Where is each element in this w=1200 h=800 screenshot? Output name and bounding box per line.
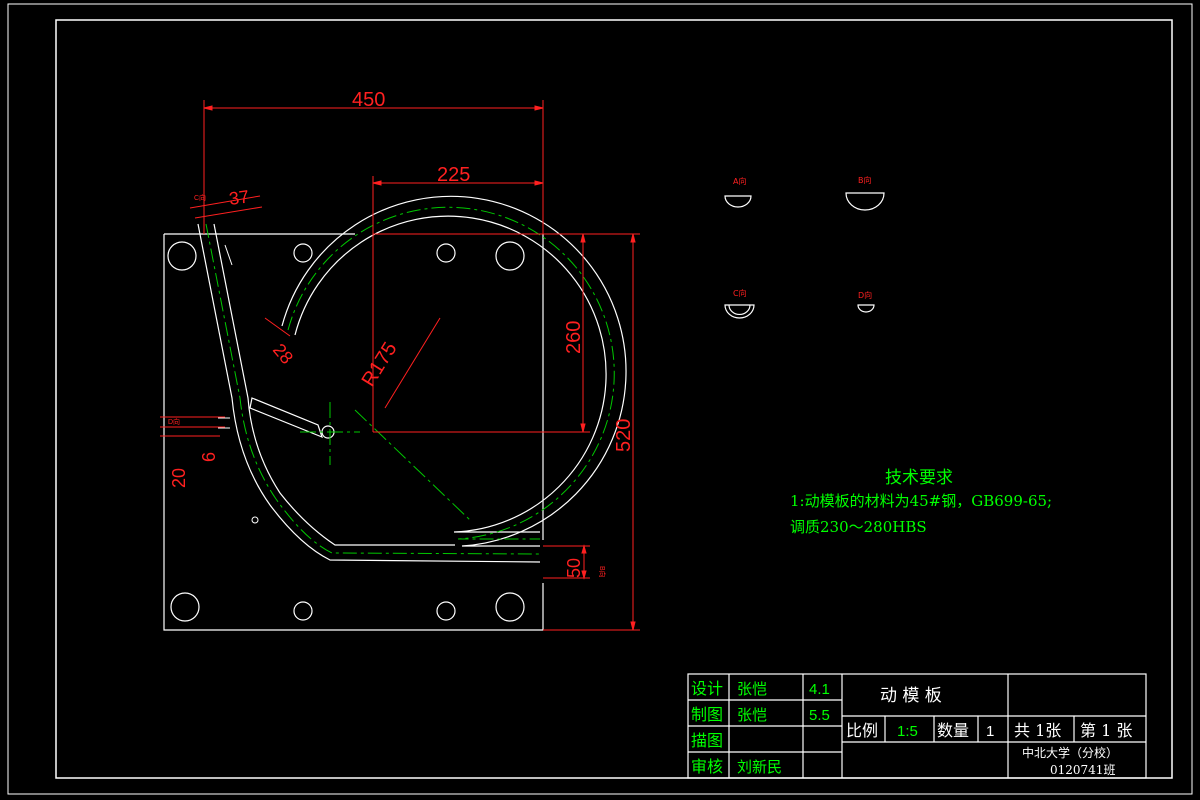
section-c-label: C向 (733, 288, 747, 298)
dim-text-28: 28 (269, 340, 297, 368)
spiral-inner (294, 215, 607, 533)
class-code: 0120741班 (1050, 763, 1115, 777)
tech-req-line1: 1:动模板的材料为45#钢，GB699-65; (790, 492, 1052, 510)
part-name: 动 模 板 (880, 686, 942, 706)
tech-requirements: 技术要求 1:动模板的材料为45#钢，GB699-65; 调质230～280HB… (790, 468, 1052, 536)
spiral-centerline (287, 206, 615, 540)
screw-hole-t2 (436, 243, 456, 263)
dim-text-6: 6 (199, 452, 219, 462)
name-drafter: 张恺 (737, 706, 767, 724)
dim-text-37: 37 (228, 186, 251, 209)
tech-req-line2: 调质230～280HBS (790, 518, 927, 536)
screw-hole-t1 (293, 243, 313, 263)
label-trace: 描图 (691, 731, 723, 750)
dim-line-37b (194, 206, 263, 219)
dim-text-260: 260 (563, 321, 585, 354)
dim-text-450: 450 (352, 89, 385, 111)
section-d-shape (857, 304, 875, 313)
section-views: A向 B向 C向 D向 (724, 175, 885, 319)
guide-hole-tr (495, 241, 525, 271)
centerline-diag (354, 409, 471, 521)
sheet-inner-border (55, 19, 1173, 779)
label-side-d: D向 (168, 417, 180, 426)
sheet-outer-border (7, 3, 1193, 795)
scale-label: 比例 (846, 721, 878, 740)
screw-hole-b2 (436, 601, 456, 621)
label-draft: 制图 (691, 705, 723, 724)
dim-text-50: 50 (564, 558, 584, 578)
dim-text-20: 20 (169, 468, 189, 488)
gate-stub (224, 244, 233, 266)
scale-value: 1:5 (897, 723, 918, 740)
feed-outer (197, 223, 541, 563)
dim-arrowheads (203, 105, 636, 631)
label-review: 审核 (691, 757, 723, 776)
label-side-c: C向 (194, 193, 206, 202)
section-a-label: A向 (733, 176, 746, 186)
section-a-shape (724, 195, 752, 208)
small-boss (251, 516, 259, 524)
school-name: 中北大学（分校） (1022, 745, 1118, 760)
section-b-shape (845, 192, 885, 211)
qty-label: 数量 (937, 721, 969, 740)
screw-hole-b1 (293, 601, 313, 621)
qty-value: 1 (986, 723, 994, 740)
feed-inner (213, 223, 455, 546)
dimensions (160, 100, 640, 631)
section-b-label: B向 (858, 175, 872, 185)
date-design: 4.1 (809, 681, 830, 698)
label-design: 设计 (691, 679, 723, 698)
lever-arm (249, 397, 323, 439)
dim-text-520: 520 (613, 419, 635, 452)
dim-text-225: 225 (437, 164, 470, 186)
sheets-total: 共 1张 (1014, 721, 1061, 740)
guide-hole-tl (167, 241, 197, 271)
guide-hole-bl (170, 592, 200, 622)
dim-text-r175: R175 (358, 338, 402, 390)
title-block-texts: 设计 制图 描图 审核 张恺 张恺 刘新民 4.1 5.5 动 模 板 比例 1… (691, 679, 1132, 777)
date-draft: 5.5 (809, 707, 830, 724)
name-reviewer: 刘新民 (737, 758, 782, 776)
sheet-number: 第 1 张 (1080, 721, 1132, 740)
section-d-label: D向 (858, 290, 872, 300)
section-c-shape (724, 304, 755, 319)
name-designer: 张恺 (737, 680, 767, 698)
dim-line-28 (264, 317, 291, 337)
runner-channel (197, 195, 627, 563)
label-side-b: B向 (598, 566, 607, 578)
cad-drawing: 450 225 37 28 R175 260 520 50 20 6 C向 D向… (7, 3, 1193, 795)
guide-hole-br (495, 592, 525, 622)
center-lines (300, 402, 471, 521)
tech-req-title: 技术要求 (885, 468, 953, 488)
